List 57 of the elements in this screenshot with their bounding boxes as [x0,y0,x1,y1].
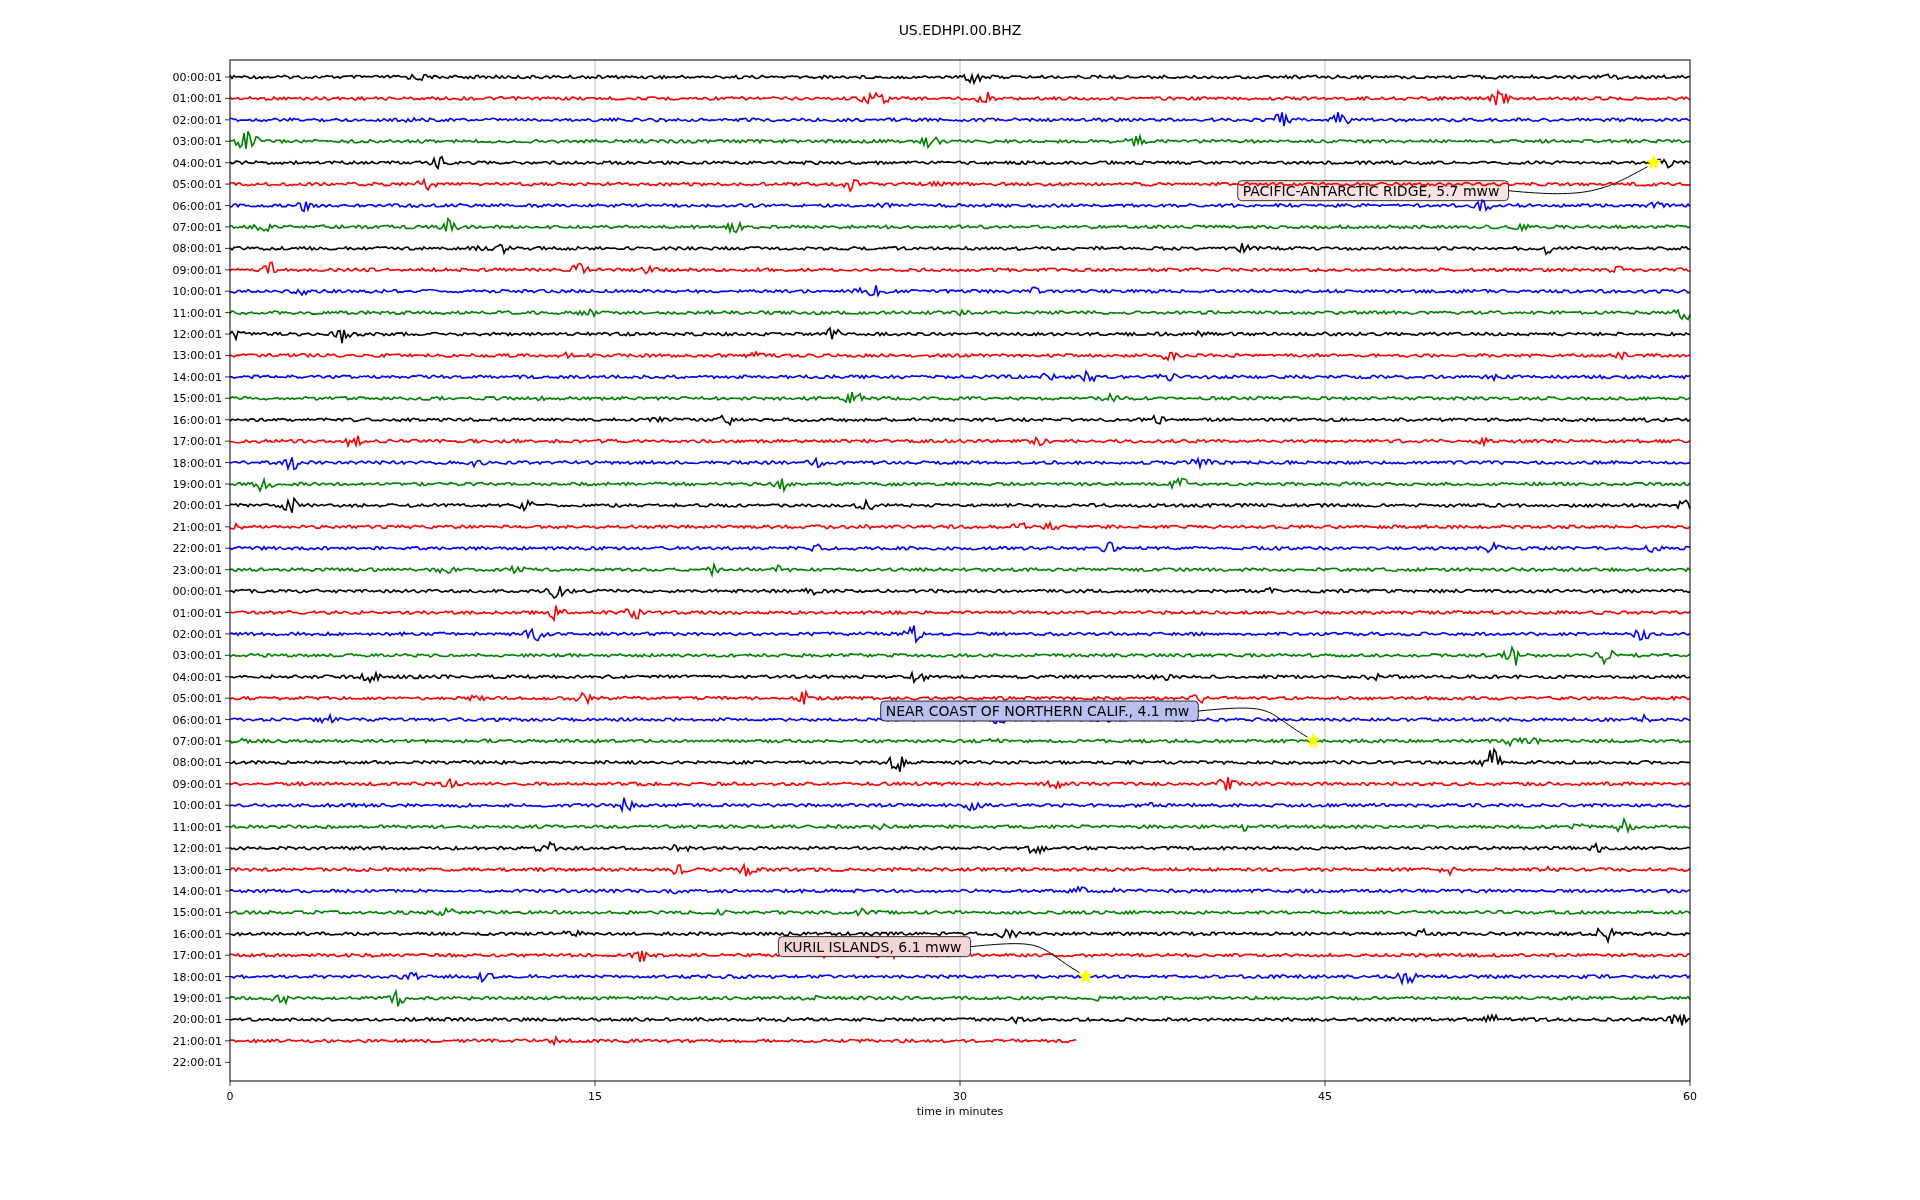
tick-label: 06:00:01 [172,713,222,727]
tick-label: 00:00:01 [172,585,222,599]
tick-label: 04:00:01 [172,156,222,170]
tick-label: 45 [1318,1090,1332,1103]
tick-label: 16:00:01 [172,927,222,941]
tick-label: 16:00:01 [172,413,222,427]
tick-label: 01:00:01 [172,606,222,620]
tick-label: 14:00:01 [172,884,222,898]
tick-label: 02:00:01 [172,627,222,641]
tick-label: 18:00:01 [172,456,222,470]
axis-label: time in minutes [916,1105,1004,1118]
tick-label: 60 [1683,1090,1697,1103]
tick-label: 21:00:01 [172,1034,222,1048]
tick-label: 03:00:01 [172,649,222,663]
chart-title: US.EDHPI.00.BHZ [898,22,1022,38]
tick-label: 22:00:01 [172,1056,222,1070]
tick-label: 23:00:01 [172,563,222,577]
tick-label: 17:00:01 [172,435,222,449]
tick-label: 02:00:01 [172,113,222,127]
event-label: PACIFIC-ANTARCTIC RIDGE, 5.7 mww [1237,180,1509,202]
tick-label: 11:00:01 [172,820,222,834]
tick-label: 05:00:01 [172,178,222,192]
tick-label: 12:00:01 [172,328,222,342]
tick-label: 07:00:01 [172,220,222,234]
tick-label: 12:00:01 [172,842,222,856]
tick-label: 07:00:01 [172,735,222,748]
tick-label: 19:00:01 [172,478,222,491]
tick-label: 15:00:01 [172,392,222,406]
tick-label: 21:00:01 [172,520,222,534]
tick-label: 20:00:01 [172,1013,222,1027]
tick-label: 09:00:01 [172,263,222,277]
tick-label: 00:00:01 [172,71,222,84]
tick-label: 10:00:01 [172,799,222,813]
event-label: NEAR COAST OF NORTHERN CALIF., 4.1 mw [880,700,1199,722]
tick-label: 08:00:01 [172,242,222,256]
tick-label: 04:00:01 [172,670,222,684]
tick-label: 06:00:01 [172,199,222,213]
tick-label: 30 [953,1090,967,1103]
tick-label: 11:00:01 [172,306,222,320]
tick-label: 14:00:01 [172,370,222,384]
event-label: KURIL ISLANDS, 6.1 mww [778,936,971,958]
tick-label: 09:00:01 [172,777,222,791]
tick-label: 15:00:01 [172,906,222,920]
tick-label: 20:00:01 [172,499,222,513]
tick-label: 13:00:01 [172,349,222,363]
tick-label: 18:00:01 [172,970,222,984]
tick-label: 08:00:01 [172,756,222,770]
tick-label: 19:00:01 [172,992,222,1006]
tick-label: 0 [226,1090,234,1103]
tick-label: 15 [588,1090,602,1103]
tick-label: 13:00:01 [172,863,222,877]
tick-label: 05:00:01 [172,692,222,706]
tick-label: 17:00:01 [172,949,222,963]
tick-label: 22:00:01 [172,542,222,556]
tick-label: 03:00:01 [172,135,222,149]
tick-label: 01:00:01 [172,92,222,106]
tick-label: 10:00:01 [172,285,222,299]
